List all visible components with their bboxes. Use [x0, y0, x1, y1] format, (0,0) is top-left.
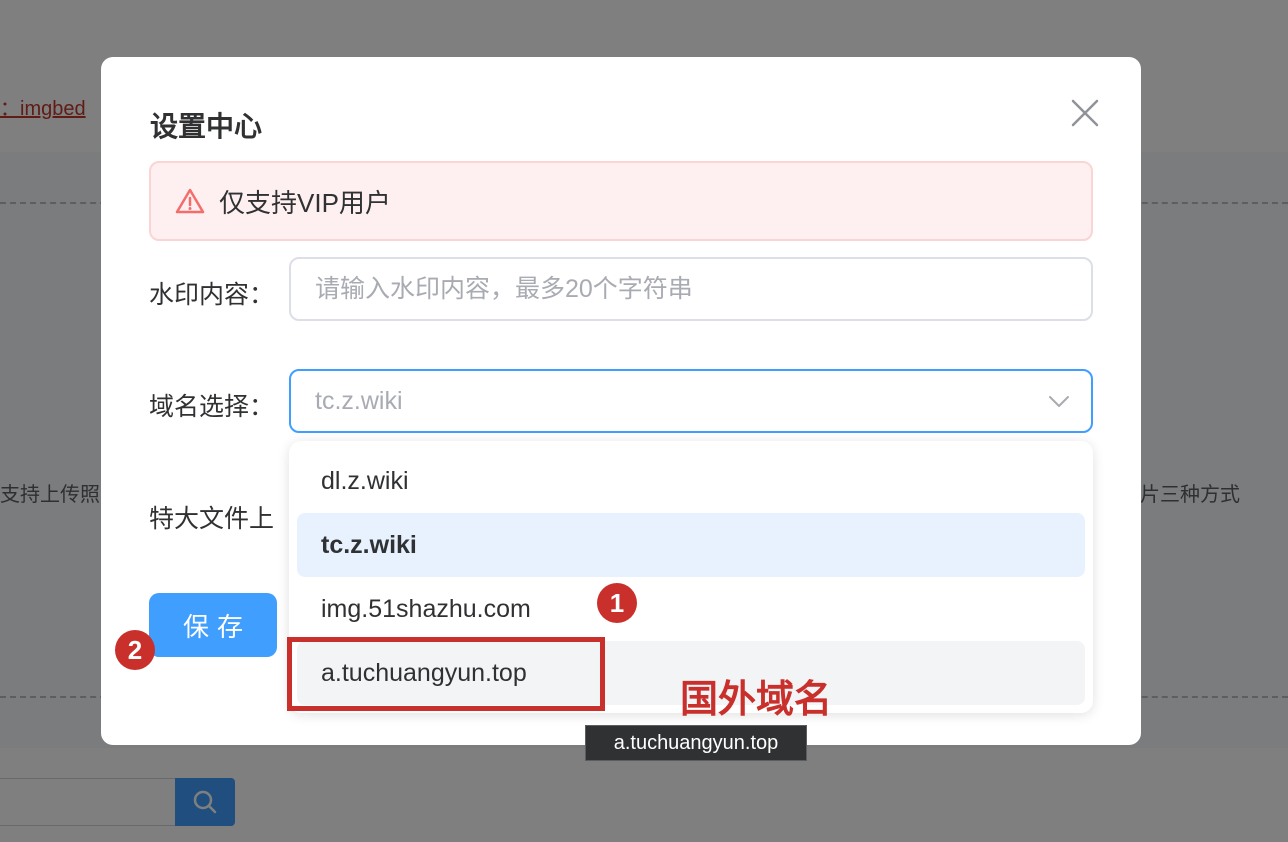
domain-select[interactable]: tc.z.wiki [289, 369, 1093, 433]
annotation-marker-1: 1 [597, 583, 637, 623]
warning-triangle-icon [175, 188, 205, 214]
dropdown-option[interactable]: dl.z.wiki [297, 449, 1085, 513]
annotation-note: 国外域名 [680, 679, 833, 721]
annotation-marker-2: 2 [115, 630, 155, 670]
domain-label: 域名选择： [149, 393, 275, 421]
dropdown-option[interactable]: img.51shazhu.com [297, 577, 1085, 641]
watermark-label: 水印内容： [149, 281, 275, 309]
chevron-down-icon [1049, 396, 1069, 407]
domain-select-value: tc.z.wiki [315, 386, 403, 415]
vip-alert: 仅支持VIP用户 [149, 161, 1093, 241]
close-button[interactable] [1069, 97, 1101, 129]
dropdown-option-selected[interactable]: tc.z.wiki [297, 513, 1085, 577]
save-button[interactable]: 保存 [149, 593, 277, 657]
dialog-title: 设置中心 [150, 111, 263, 142]
annotation-highlight-box [287, 637, 605, 711]
bigfile-label: 特大文件上 [149, 505, 275, 533]
close-icon [1071, 99, 1099, 127]
watermark-input[interactable] [289, 257, 1093, 321]
option-tooltip: a.tuchuangyun.top [585, 725, 807, 761]
alert-text: 仅支持VIP用户 [219, 187, 391, 218]
